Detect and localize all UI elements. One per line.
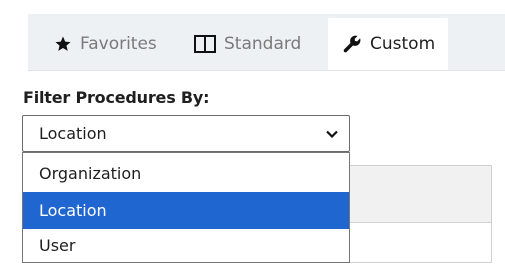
tab-favorites[interactable]: Favorites xyxy=(40,20,166,68)
wrench-icon xyxy=(342,34,362,54)
tab-label: Custom xyxy=(370,33,436,54)
columns-icon xyxy=(194,35,216,53)
tab-label: Favorites xyxy=(80,33,157,54)
chevron-down-icon xyxy=(325,126,339,140)
filter-procedures-label: Filter Procedures By: xyxy=(23,88,210,107)
filter-options-list[interactable]: Organization Location User xyxy=(22,152,350,263)
tab-standard[interactable]: Standard xyxy=(182,20,318,68)
filter-select-value: Location xyxy=(39,124,107,143)
tab-label: Standard xyxy=(224,33,302,54)
tab-custom[interactable]: Custom xyxy=(328,18,448,70)
option-organization[interactable]: Organization xyxy=(23,155,349,192)
option-location[interactable]: Location xyxy=(23,192,349,229)
option-user[interactable]: User xyxy=(23,227,349,264)
star-icon xyxy=(54,35,72,53)
filter-select[interactable]: Location xyxy=(22,115,350,152)
